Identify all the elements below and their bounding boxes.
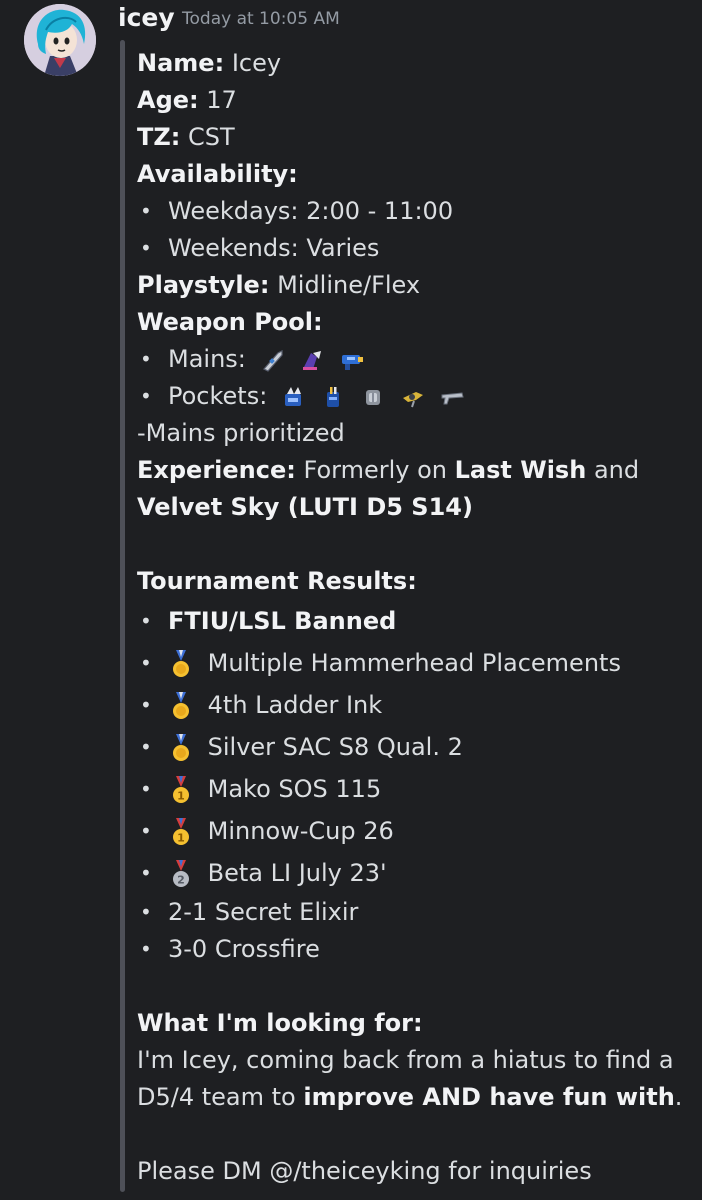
result-text: Beta LI July 23' [207,859,387,887]
list-item: • 1 Minnow-Cup 26 [137,810,697,852]
name-line: Name: Icey [137,45,697,82]
sports-medal-icon[interactable] [170,733,192,763]
blockquote-bar [120,40,125,1192]
result-text: Silver SAC S8 Qual. 2 [207,733,463,761]
playstyle-label: Playstyle: [137,271,270,299]
looking-for-emphasis: improve AND have fun with [303,1083,675,1111]
contact-line: Please DM @/theiceyking for inquiries [137,1157,592,1185]
svg-text:1: 1 [177,790,185,803]
sports-medal-icon[interactable] [170,691,192,721]
experience-and: and [593,456,640,484]
list-item: • Pockets: [137,378,697,415]
bullet-dot: • [140,236,152,260]
tournament-label: Tournament Results: [137,567,417,595]
list-item: • 2-1 Secret Elixir [137,894,697,931]
weapon-icon-4[interactable] [281,384,307,410]
list-item: • Weekends: Varies [137,230,697,267]
result-text: 3-0 Crossfire [168,935,320,963]
availability-weekends: Weekends: Varies [168,234,380,262]
list-item: • 2 Beta LI July 23' [137,852,697,894]
availability-heading: Availability: [137,156,697,193]
tz-value: CST [188,123,235,151]
tournament-heading: Tournament Results: [137,563,697,600]
mains-note: -Mains prioritized [137,419,345,447]
tz-line: TZ: CST [137,119,697,156]
svg-text:2: 2 [177,874,185,887]
list-item: • 3-0 Crossfire [137,931,697,968]
avatar[interactable] [24,4,96,76]
weapon-icon-8[interactable] [440,384,466,410]
weapon-icon-7[interactable] [400,384,426,410]
team-last-wish: Last Wish [454,456,587,484]
bullet-dot: • [140,937,152,961]
looking-for-end: . [674,1083,683,1111]
list-item: • Multiple Hammerhead Placements [137,642,697,684]
team-velvet-sky: Velvet Sky (LUTI D5 S14) [137,493,473,521]
bullet-dot: • [140,693,152,717]
name-value: Icey [231,49,282,77]
message-username[interactable]: icey [118,3,175,32]
looking-for-heading: What I'm looking for: [137,1005,697,1042]
first-place-medal-icon[interactable]: 1 [170,817,192,847]
bullet-dot: • [140,861,152,885]
weapon-pool-label: Weapon Pool: [137,308,323,336]
avatar-image [24,4,96,76]
list-item: • 4th Ladder Ink [137,684,697,726]
experience-line: Experience: Formerly on Last Wish and Ve… [137,452,697,526]
looking-for-label: What I'm looking for: [137,1009,423,1037]
bullet-dot: • [140,609,152,633]
experience-prefix: Formerly on [303,456,447,484]
availability-weekdays: Weekdays: 2:00 - 11:00 [168,197,454,225]
age-value: 17 [206,86,237,114]
list-item: • 1 Mako SOS 115 [137,768,697,810]
bullet-dot: • [140,777,152,801]
age-label: Age: [137,86,199,114]
weapon-icon-5[interactable] [321,384,347,410]
playstyle-value: Midline/Flex [277,271,421,299]
availability-label: Availability: [137,160,298,188]
looking-for-text: I'm Icey, coming back from a hiatus to f… [137,1042,697,1116]
svg-text:1: 1 [177,832,185,845]
message-timestamp[interactable]: Today at 10:05 AM [182,9,340,29]
first-place-medal-icon[interactable]: 1 [170,775,192,805]
bullet-dot: • [140,347,152,371]
bullet-dot: • [140,819,152,843]
result-text: Mako SOS 115 [207,775,382,803]
list-item: • FTIU/LSL Banned [137,600,697,642]
sports-medal-icon[interactable] [170,649,192,679]
result-text: Multiple Hammerhead Placements [207,649,621,677]
pockets-label: Pockets: [168,382,268,410]
weapon-icon-6[interactable] [360,384,386,410]
result-text: 2-1 Secret Elixir [168,898,359,926]
list-item: • Weekdays: 2:00 - 11:00 [137,193,697,230]
bullet-dot: • [140,384,152,408]
bullet-dot: • [140,651,152,675]
name-label: Name: [137,49,225,77]
result-text: 4th Ladder Ink [207,691,383,719]
weapon-icon-2[interactable] [299,347,325,373]
tz-label: TZ: [137,123,181,151]
mains-label: Mains: [168,345,246,373]
message-content: Name: Icey Age: 17 TZ: CST Availability:… [137,45,697,1190]
experience-label: Experience: [137,456,296,484]
list-item: • Mains: [137,341,697,378]
playstyle-line: Playstyle: Midline/Flex [137,267,697,304]
bullet-dot: • [140,900,152,924]
weapon-icon-1[interactable] [260,347,286,373]
bullet-dot: • [140,199,152,223]
list-item: • Silver SAC S8 Qual. 2 [137,726,697,768]
bullet-dot: • [140,735,152,759]
age-line: Age: 17 [137,82,697,119]
weapon-pool-heading: Weapon Pool: [137,304,697,341]
banned-text: FTIU/LSL Banned [168,607,397,635]
weapon-icon-3[interactable] [339,347,365,373]
result-text: Minnow-Cup 26 [207,817,394,845]
second-place-medal-icon[interactable]: 2 [170,859,192,889]
